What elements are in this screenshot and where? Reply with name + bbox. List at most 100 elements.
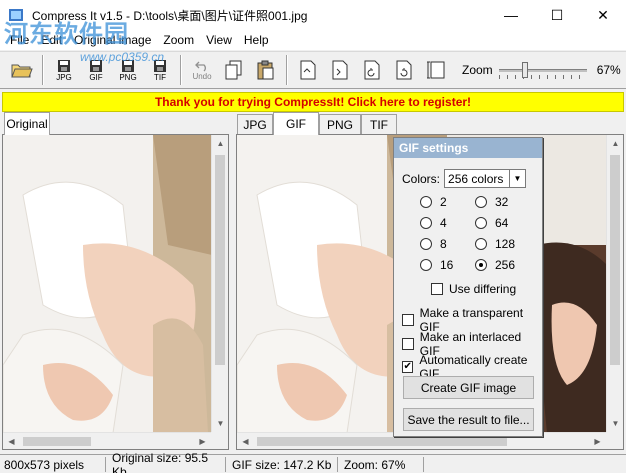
tab-tif[interactable]: TIF bbox=[361, 114, 397, 134]
zoom-label: Zoom bbox=[462, 63, 493, 77]
radio-dot bbox=[475, 238, 487, 250]
menu-zoom[interactable]: Zoom bbox=[157, 33, 200, 47]
paste-icon bbox=[257, 60, 274, 80]
original-vertical-scrollbar[interactable]: ▲ ▼ bbox=[211, 135, 228, 432]
zoom-slider-thumb[interactable] bbox=[521, 62, 528, 78]
scroll-left-arrow-icon[interactable]: ◀ bbox=[3, 433, 20, 449]
resize-button[interactable] bbox=[420, 53, 452, 87]
zoom-value: 67% bbox=[596, 63, 621, 77]
zoom-slider[interactable] bbox=[498, 60, 587, 80]
save-gif-label: GIF bbox=[89, 72, 103, 82]
menu-original-image[interactable]: Original image bbox=[68, 33, 157, 47]
rotate-left-button[interactable] bbox=[356, 53, 388, 87]
vertical-scroll-thumb[interactable] bbox=[610, 155, 620, 365]
flip-vertical-button[interactable] bbox=[324, 53, 356, 87]
original-image-pane[interactable]: ▲ ▼ ◀ ▶ bbox=[2, 134, 229, 450]
radio-dot bbox=[420, 238, 432, 250]
compressed-vertical-scrollbar[interactable]: ▲ ▼ bbox=[606, 135, 623, 432]
window-title: Compress It v1.5 - D:\tools\桌面\图片\证件照001… bbox=[32, 8, 308, 23]
floppy-icon bbox=[58, 59, 70, 72]
checkbox-box-checked: ✔ bbox=[402, 361, 414, 373]
scroll-up-arrow-icon[interactable]: ▲ bbox=[607, 135, 623, 152]
original-horizontal-scrollbar[interactable]: ◀ ▶ bbox=[3, 432, 211, 449]
tab-png[interactable]: PNG bbox=[319, 114, 361, 134]
save-tif-button[interactable]: TIF bbox=[144, 53, 176, 87]
tab-gif[interactable]: GIF bbox=[273, 112, 319, 135]
radio-label: 32 bbox=[495, 195, 509, 209]
app-icon bbox=[9, 9, 23, 21]
create-gif-button[interactable]: Create GIF image bbox=[403, 376, 534, 399]
radio-dot-selected bbox=[475, 259, 487, 271]
menu-view[interactable]: View bbox=[200, 33, 238, 47]
use-dithering-checkbox[interactable]: Use differing bbox=[431, 282, 516, 296]
undo-button[interactable]: Undo bbox=[186, 53, 218, 87]
horizontal-scroll-thumb[interactable] bbox=[257, 437, 507, 446]
register-banner[interactable]: Thank you for trying CompressIt! Click h… bbox=[2, 92, 624, 112]
undo-icon bbox=[195, 61, 206, 71]
scroll-left-arrow-icon[interactable]: ◀ bbox=[237, 433, 254, 449]
paste-button[interactable] bbox=[250, 53, 282, 87]
tab-jpg[interactable]: JPG bbox=[237, 114, 273, 134]
radio-colors-8[interactable]: 8 bbox=[420, 237, 447, 251]
gif-settings-title: GIF settings bbox=[394, 138, 542, 158]
save-gif-button[interactable]: GIF bbox=[80, 53, 112, 87]
use-dithering-label: Use differing bbox=[449, 282, 517, 296]
flip-horizontal-button[interactable] bbox=[292, 53, 324, 87]
radio-dot bbox=[420, 259, 432, 271]
scroll-right-arrow-icon[interactable]: ▶ bbox=[589, 433, 606, 449]
colors-dropdown[interactable]: 256 colors ▼ bbox=[444, 169, 527, 188]
minimize-button[interactable]: — bbox=[488, 0, 534, 30]
scroll-right-arrow-icon[interactable]: ▶ bbox=[194, 433, 211, 449]
radio-colors-256[interactable]: 256 bbox=[475, 258, 515, 272]
maximize-button[interactable]: ☐ bbox=[534, 0, 580, 30]
rotate-right-button[interactable] bbox=[388, 53, 420, 87]
colors-dropdown-value: 256 colors bbox=[448, 171, 504, 186]
radio-colors-32[interactable]: 32 bbox=[475, 195, 508, 209]
checkbox-box bbox=[431, 283, 443, 295]
radio-label: 256 bbox=[495, 258, 516, 272]
toolbar-separator bbox=[42, 55, 44, 85]
menu-help[interactable]: Help bbox=[238, 33, 275, 47]
open-folder-icon bbox=[11, 64, 33, 78]
tab-original[interactable]: Original bbox=[4, 112, 50, 135]
close-button[interactable]: ✕ bbox=[580, 0, 626, 30]
undo-label: Undo bbox=[192, 71, 212, 81]
copy-icon bbox=[225, 60, 242, 80]
save-jpg-button[interactable]: JPG bbox=[48, 53, 80, 87]
toolbar-separator bbox=[180, 55, 182, 85]
radio-label: 64 bbox=[495, 216, 509, 230]
radio-colors-64[interactable]: 64 bbox=[475, 216, 508, 230]
radio-dot bbox=[475, 217, 487, 229]
radio-colors-128[interactable]: 128 bbox=[475, 237, 515, 251]
title-bar: Compress It v1.5 - D:\tools\桌面\图片\证件照001… bbox=[0, 0, 626, 30]
radio-label: 4 bbox=[440, 216, 447, 230]
radio-colors-2[interactable]: 2 bbox=[420, 195, 447, 209]
menu-file[interactable]: File bbox=[4, 33, 35, 47]
scroll-down-arrow-icon[interactable]: ▼ bbox=[607, 415, 623, 432]
status-zoom: Zoom: 67% bbox=[340, 457, 424, 472]
status-bar: 800x573 pixels Original size: 95.5 Kb GI… bbox=[0, 451, 626, 473]
save-jpg-label: JPG bbox=[56, 72, 72, 82]
vertical-scroll-thumb[interactable] bbox=[215, 155, 225, 365]
horizontal-scroll-thumb[interactable] bbox=[23, 437, 91, 446]
scroll-up-arrow-icon[interactable]: ▲ bbox=[212, 135, 228, 152]
floppy-icon bbox=[122, 59, 134, 72]
menu-edit[interactable]: Edit bbox=[35, 33, 68, 47]
scroll-corner bbox=[606, 432, 623, 449]
scroll-corner bbox=[211, 432, 228, 449]
copy-button[interactable] bbox=[218, 53, 250, 87]
radio-colors-4[interactable]: 4 bbox=[420, 216, 447, 230]
menu-bar: File Edit Original image Zoom View Help bbox=[0, 30, 626, 50]
save-png-button[interactable]: PNG bbox=[112, 53, 144, 87]
radio-dot bbox=[420, 217, 432, 229]
chevron-down-icon[interactable]: ▼ bbox=[509, 170, 525, 187]
flip-horizontal-icon bbox=[300, 60, 316, 80]
radio-label: 2 bbox=[440, 195, 447, 209]
save-png-label: PNG bbox=[119, 72, 137, 82]
scroll-down-arrow-icon[interactable]: ▼ bbox=[212, 415, 228, 432]
save-result-button[interactable]: Save the result to file... bbox=[403, 408, 534, 431]
open-button[interactable] bbox=[6, 53, 38, 87]
colors-row: Colors: 256 colors ▼ bbox=[402, 169, 527, 188]
status-dimensions: 800x573 pixels bbox=[0, 457, 106, 472]
radio-colors-16[interactable]: 16 bbox=[420, 258, 453, 272]
